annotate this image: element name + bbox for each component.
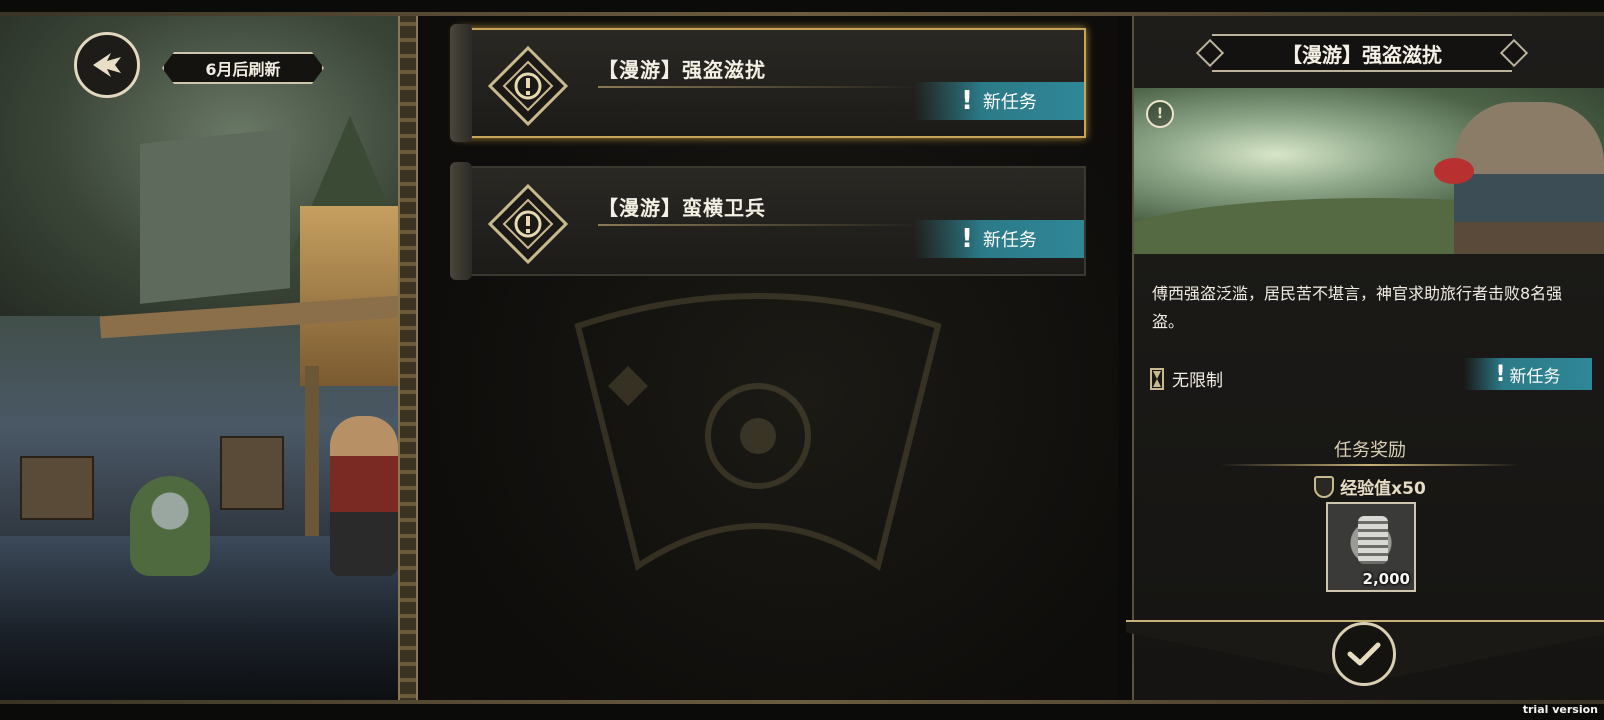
exclamation-diamond-icon (488, 184, 568, 264)
title-underline (598, 224, 918, 226)
scroll-edge (450, 162, 472, 280)
exclamation-icon: ! (1495, 361, 1506, 387)
reward-exp-label: 经验值x50 (1340, 479, 1426, 499)
time-limit: 无限制 (1150, 366, 1223, 391)
mouse-character (130, 476, 210, 576)
new-quest-badge: ! 新任务 (914, 82, 1084, 120)
background-emblem (574, 293, 942, 571)
refresh-label: 6月后刷新 (205, 60, 281, 79)
exclamation-circle-icon: ! (1146, 100, 1174, 128)
scroll-edge (450, 24, 472, 142)
quest-list-panel: 【漫游】强盗滋扰 ! 新任务 【漫游】蛮横卫兵 ! 新任务 (418, 16, 1118, 700)
quest-detail-panel: 【漫游】强盗滋扰 ! 傅西强盗泛滥，居民苦不堪言，神官求助旅行者击败8名强盗。 … (1126, 16, 1604, 700)
hyena-mouth (1434, 158, 1474, 184)
confirm-button[interactable] (1332, 622, 1396, 686)
exclamation-diamond-icon (488, 46, 568, 126)
exclamation-icon: ! (961, 86, 973, 116)
time-limit-label: 无限制 (1172, 371, 1223, 391)
exclamation-icon: ! (961, 224, 973, 254)
scene-pole (305, 366, 319, 536)
scene-divider (398, 16, 418, 700)
back-button[interactable] (74, 32, 140, 98)
detail-status-badge: ! 新任务 (1464, 358, 1592, 390)
badge-label: 新任务 (982, 92, 1037, 113)
shield-icon (1314, 475, 1335, 498)
refresh-timer: 6月后刷新 (162, 52, 324, 84)
reward-heading: 任务奖励 (1334, 440, 1406, 461)
quest-card-guard[interactable]: 【漫游】蛮横卫兵 ! 新任务 (450, 162, 1086, 280)
quest-title: 【漫游】强盗滋扰 (598, 58, 766, 82)
hyena-bandit (1454, 102, 1604, 254)
quest-card-bandit[interactable]: 【漫游】强盗滋扰 ! 新任务 (450, 24, 1086, 142)
quest-artwork: ! (1134, 88, 1604, 254)
bottom-frame (0, 700, 1604, 704)
watermark: trial version (1522, 703, 1598, 716)
reward-divider (1220, 464, 1520, 466)
quest-description: 傅西强盗泛滥，居民苦不堪言，神官求助旅行者击败8名强盗。 (1152, 284, 1563, 331)
reward-item-slot[interactable]: 2,000 (1326, 502, 1416, 592)
quest-title: 【漫游】蛮横卫兵 (598, 196, 766, 220)
reward-exp: 经验值x50 (1134, 474, 1604, 499)
scene-crate (20, 456, 94, 520)
badge-label: 新任务 (982, 230, 1037, 251)
title-underline (598, 86, 918, 88)
back-arrow-icon (93, 53, 121, 77)
scene-house (140, 128, 290, 304)
hourglass-icon (1150, 367, 1164, 390)
town-scene (0, 16, 398, 700)
scene-crate (220, 436, 284, 510)
rat-character (330, 416, 398, 576)
new-quest-badge: ! 新任务 (914, 220, 1084, 258)
coin-stack-icon (1358, 516, 1388, 564)
status-label: 新任务 (1509, 366, 1561, 387)
reward-item-qty: 2,000 (1362, 570, 1410, 588)
checkmark-icon (1347, 642, 1381, 666)
detail-title: 【漫游】强盗滋扰 (1212, 34, 1512, 72)
